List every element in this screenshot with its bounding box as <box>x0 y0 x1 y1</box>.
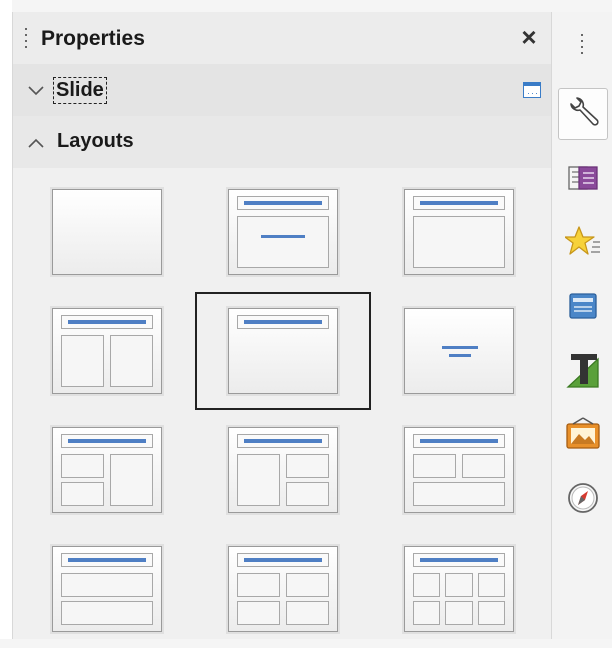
gallery-icon <box>566 417 600 449</box>
more-options-button[interactable]: ··· <box>523 82 541 98</box>
layout-title-only-icon <box>228 308 338 394</box>
layout-title-content-icon <box>404 189 514 275</box>
tab-animation[interactable] <box>558 216 608 268</box>
layout-title-4-content[interactable] <box>195 530 371 648</box>
sidebar-tab-bar <box>551 12 612 639</box>
styles-icon <box>566 354 599 388</box>
layout-blank-icon <box>52 189 162 275</box>
more-options-icon: ··· <box>527 88 539 98</box>
tab-properties[interactable] <box>558 88 608 140</box>
chevron-up-icon <box>28 138 44 148</box>
tab-navigator[interactable] <box>558 472 608 524</box>
layout-title-2-content-icon <box>52 308 162 394</box>
sidebar-menu-icon[interactable] <box>581 34 583 58</box>
compass-icon <box>568 483 598 513</box>
layouts-section-label: Layouts <box>57 130 134 152</box>
chevron-down-icon <box>28 86 44 96</box>
layout-title-content-2content-icon <box>228 427 338 513</box>
layout-title-2-content[interactable] <box>19 292 195 410</box>
layout-blank[interactable] <box>19 173 195 291</box>
close-button[interactable]: × <box>515 23 543 51</box>
wrench-icon <box>570 97 599 126</box>
drag-handle-icon[interactable] <box>24 28 28 52</box>
layout-title-only[interactable] <box>195 292 371 410</box>
slide-section-label[interactable]: Slide <box>53 77 107 104</box>
layout-title-6-content[interactable] <box>371 530 547 648</box>
window-edge <box>0 0 12 639</box>
layout-title-content[interactable] <box>371 173 547 291</box>
tab-gallery[interactable] <box>558 408 608 460</box>
layouts-grid <box>13 168 551 639</box>
close-icon: × <box>521 22 537 52</box>
slide-transition-icon <box>568 166 598 190</box>
slide-section-header[interactable]: Slide ··· <box>13 64 551 116</box>
layout-title-4-content-icon <box>228 546 338 632</box>
layout-centered-text[interactable] <box>371 292 547 410</box>
tab-styles[interactable] <box>558 344 608 396</box>
layout-title-2content-content-icon <box>52 427 162 513</box>
tab-master-slides[interactable] <box>558 280 608 332</box>
tab-slide-transition[interactable] <box>558 152 608 204</box>
layout-title-2content-and-content[interactable] <box>19 411 195 529</box>
layout-centered-text-icon <box>404 308 514 394</box>
layout-title-slide-icon <box>228 189 338 275</box>
layout-title-6-content-icon <box>404 546 514 632</box>
star-icon <box>565 226 600 255</box>
properties-panel: Properties × Slide ··· Layouts <box>12 12 551 639</box>
layouts-section-header[interactable]: Layouts <box>13 116 551 168</box>
panel-title: Properties <box>41 27 145 50</box>
layout-title-slide[interactable] <box>195 173 371 291</box>
layout-title-content-and-2content[interactable] <box>195 411 371 529</box>
layout-title-content-over-content-icon <box>52 546 162 632</box>
layout-title-2content-over-content-icon <box>404 427 514 513</box>
master-slides-icon <box>569 293 597 319</box>
layout-title-content-over-content[interactable] <box>19 530 195 648</box>
panel-title-bar: Properties × <box>13 12 551 64</box>
layout-title-2content-over-content[interactable] <box>371 411 547 529</box>
